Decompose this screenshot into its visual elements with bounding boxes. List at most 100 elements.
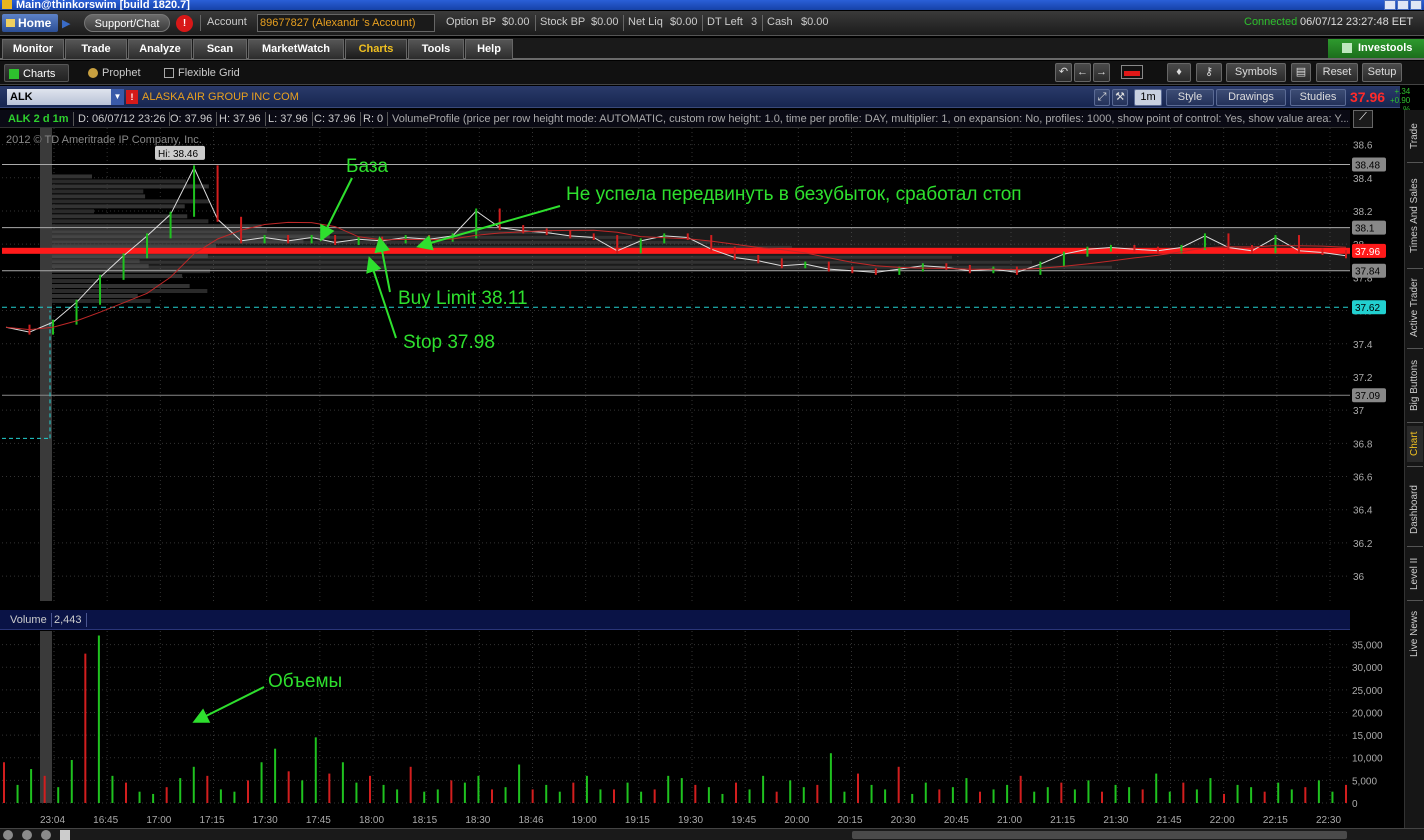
home-icon	[6, 19, 15, 27]
close-window-button[interactable]	[1410, 0, 1422, 10]
y-tick-label: 38.2	[1353, 207, 1373, 218]
chart-settings-icon[interactable]: ⟋	[1353, 110, 1373, 128]
crosshair-tool-icon[interactable]: ⤢	[1094, 89, 1110, 106]
chart-symbol-period[interactable]: ALK 2 d 1m	[4, 112, 74, 126]
x-tick-label: 22:15	[1263, 815, 1288, 826]
subtab-prophet[interactable]: Prophet	[84, 64, 146, 82]
dt-left-label: DT Left	[707, 16, 743, 28]
nav-arrow-icon[interactable]: ▶	[62, 17, 70, 30]
option-bp-value: $0.00	[502, 16, 530, 28]
volume-profile-row	[52, 189, 144, 194]
style-button[interactable]: Style	[1166, 89, 1214, 106]
bar-open: O: 37.96	[166, 112, 218, 126]
tab-trade[interactable]: Trade	[65, 39, 127, 59]
wrench-icon[interactable]: ⚒	[1112, 89, 1128, 106]
y-tick-label: 36.8	[1353, 439, 1373, 450]
color-scheme-swatch[interactable]	[1121, 65, 1143, 79]
y-tick-label: 37.4	[1353, 340, 1373, 351]
annotation-base: База	[346, 156, 389, 177]
charts-icon	[9, 69, 19, 79]
subtab-flexible-grid[interactable]: Flexible Grid	[160, 64, 244, 82]
y-tick-label: 5,000	[1352, 776, 1377, 787]
sidetab-big-buttons[interactable]: Big Buttons	[1407, 352, 1423, 418]
zoom-in-icon[interactable]	[3, 830, 13, 840]
subtab-charts-label: Charts	[23, 68, 56, 80]
tab-marketwatch[interactable]: MarketWatch	[248, 39, 344, 59]
account-select[interactable]: 89677827 (Alexandr 's Account)	[257, 14, 435, 32]
divider	[1407, 348, 1423, 349]
volume-profile-row	[52, 293, 138, 298]
cash-value: $0.00	[801, 16, 829, 28]
back-button[interactable]: ←	[1074, 63, 1091, 82]
y-tick-label: 36.4	[1353, 506, 1373, 517]
setup-button[interactable]: Setup	[1362, 63, 1402, 82]
maximize-button[interactable]	[1397, 0, 1409, 10]
reset-button[interactable]: Reset	[1316, 63, 1358, 82]
link-icon[interactable]: ⚷	[1196, 63, 1222, 82]
x-tick-label: 18:46	[519, 815, 544, 826]
prophet-icon	[88, 68, 98, 78]
volume-chart[interactable]: 35,000 30,000 25,000 20,000 15,000 10,000 5,00…	[0, 609, 1400, 827]
tab-monitor[interactable]: Monitor	[2, 39, 64, 59]
sidetab-level-ii[interactable]: Level II	[1407, 552, 1423, 596]
forward-button[interactable]: →	[1093, 63, 1110, 82]
x-tick-label: 21:00	[997, 815, 1022, 826]
y-tick-label: 20,000	[1352, 708, 1383, 719]
volume-profile-row	[52, 255, 952, 259]
studies-button[interactable]: Studies	[1290, 89, 1346, 106]
drawings-button[interactable]: Drawings	[1216, 89, 1286, 106]
x-tick-label: 22:30	[1316, 815, 1341, 826]
y-tick-label: 35,000	[1352, 641, 1383, 652]
tab-help[interactable]: Help	[465, 39, 513, 59]
hi-label: Hi: 38.46	[158, 149, 198, 160]
aggregation-button[interactable]: 1m	[1134, 89, 1162, 106]
divider	[1407, 600, 1423, 601]
print-icon[interactable]: ▤	[1291, 63, 1311, 82]
sidetab-active-trader[interactable]: Active Trader	[1407, 272, 1423, 344]
sidetab-times-and-sales[interactable]: Times And Sales	[1407, 168, 1423, 264]
tab-scan[interactable]: Scan	[193, 39, 247, 59]
alert-button[interactable]: !	[176, 15, 193, 32]
x-tick-label: 19:30	[678, 815, 703, 826]
y-tick-label: 38.6	[1353, 141, 1373, 152]
tab-charts[interactable]: Charts	[345, 39, 407, 59]
home-button[interactable]: Home	[2, 14, 58, 32]
minimize-button[interactable]	[1384, 0, 1396, 10]
right-sidebar: Trade Times And Sales Active Trader Big …	[1404, 110, 1424, 828]
play-icon[interactable]	[60, 830, 70, 840]
sidetab-live-news[interactable]: Live News	[1407, 604, 1423, 664]
undo-button[interactable]: ↶	[1055, 63, 1072, 82]
y-tick-label: 25,000	[1352, 686, 1383, 697]
app-icon	[2, 0, 12, 9]
x-tick-label: 20:30	[891, 815, 916, 826]
x-tick-label: 18:15	[412, 815, 437, 826]
price-label: 37.62	[1355, 303, 1380, 314]
subtab-charts[interactable]: Charts	[4, 64, 69, 82]
symbol-dropdown-icon[interactable]: ▼	[111, 89, 124, 105]
x-tick-label: 17:00	[146, 815, 171, 826]
tab-analyze[interactable]: Analyze	[128, 39, 192, 59]
zoom-reset-icon[interactable]	[22, 830, 32, 840]
alert-bell-icon[interactable]: ♦	[1167, 63, 1191, 82]
support-chat-button[interactable]: Support/Chat	[84, 14, 170, 32]
y-tick-label: 36.2	[1353, 539, 1373, 550]
price-label: 38.1	[1355, 224, 1375, 235]
divider	[1407, 268, 1423, 269]
x-tick-label: 19:15	[625, 815, 650, 826]
symbol-input[interactable]: ALK	[7, 89, 111, 105]
horizontal-scrollbar[interactable]	[852, 831, 1347, 839]
sidetab-dashboard[interactable]: Dashboard	[1407, 478, 1423, 542]
window-controls	[1383, 0, 1422, 10]
sidetab-chart[interactable]: Chart	[1407, 426, 1423, 462]
tab-tools[interactable]: Tools	[408, 39, 464, 59]
zoom-out-icon[interactable]	[41, 830, 51, 840]
price-label: 37.84	[1355, 267, 1380, 278]
symbols-button[interactable]: Symbols	[1226, 63, 1286, 82]
price-chart[interactable]: 38.638.438.23837.837.637.437.23736.836.6…	[0, 128, 1400, 608]
investools-button[interactable]: Investools	[1328, 39, 1424, 58]
sidetab-trade[interactable]: Trade	[1407, 116, 1423, 156]
volume-profile-study[interactable]: VolumeProfile (price per row height mode…	[388, 112, 1348, 126]
volume-profile-row	[52, 260, 1032, 264]
volume-profile-row	[52, 284, 190, 289]
volume-profile-row	[52, 174, 92, 179]
